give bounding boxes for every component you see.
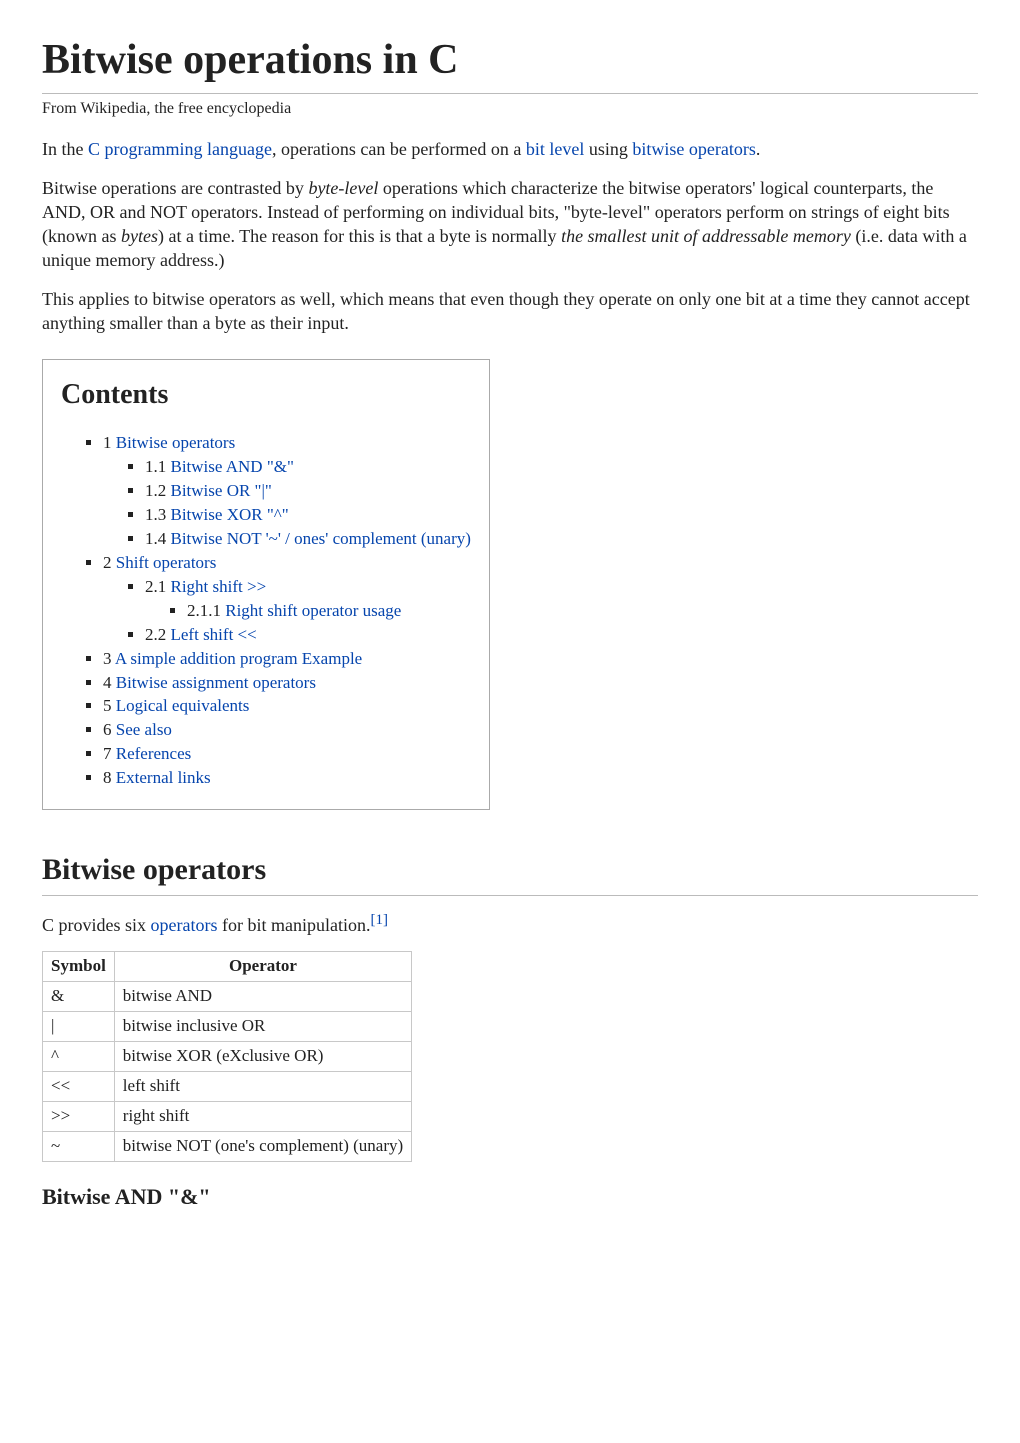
toc-item: 2.1 Right shift >> 2.1.1 Right shift ope… xyxy=(145,576,471,623)
toc-item: 1.2 Bitwise OR "|" xyxy=(145,480,471,503)
toc-num: 1.2 xyxy=(145,481,166,500)
toc-item: 5 Logical equivalents xyxy=(103,695,471,718)
page-subtitle: From Wikipedia, the free encyclopedia xyxy=(42,98,978,120)
toc-link-addition-example[interactable]: A simple addition program Example xyxy=(115,649,362,668)
table-row: & bitwise AND xyxy=(43,981,412,1011)
cell-operator: bitwise NOT (one's complement) (unary) xyxy=(114,1131,411,1161)
toc-link-right-shift[interactable]: Right shift >> xyxy=(171,577,267,596)
text: C provides six xyxy=(42,915,151,935)
table-of-contents: Contents 1 Bitwise operators 1.1 Bitwise… xyxy=(42,359,490,810)
cell-operator: bitwise XOR (eXclusive OR) xyxy=(114,1041,411,1071)
toc-link-left-shift[interactable]: Left shift << xyxy=(171,625,257,644)
cell-operator: bitwise inclusive OR xyxy=(114,1011,411,1041)
toc-link-bitwise-or[interactable]: Bitwise OR "|" xyxy=(171,481,272,500)
em-addressable-memory: the smallest unit of addressable memory xyxy=(561,226,851,246)
cell-symbol: << xyxy=(43,1071,115,1101)
subsection-heading-bitwise-and: Bitwise AND "&" xyxy=(42,1182,978,1212)
toc-num: 2 xyxy=(103,553,112,572)
cell-symbol: & xyxy=(43,981,115,1011)
toc-item: 6 See also xyxy=(103,719,471,742)
toc-link-logical-equiv[interactable]: Logical equivalents xyxy=(116,696,250,715)
toc-link-see-also[interactable]: See also xyxy=(116,720,172,739)
cell-operator: left shift xyxy=(114,1071,411,1101)
em-bytes: bytes xyxy=(121,226,158,246)
toc-link-external-links[interactable]: External links xyxy=(116,768,211,787)
toc-num: 1.4 xyxy=(145,529,166,548)
table-row: << left shift xyxy=(43,1071,412,1101)
toc-num: 4 xyxy=(103,673,112,692)
toc-item: 8 External links xyxy=(103,767,471,790)
th-symbol: Symbol xyxy=(43,952,115,982)
toc-heading: Contents xyxy=(61,376,471,414)
cell-symbol: >> xyxy=(43,1101,115,1131)
toc-num: 2.2 xyxy=(145,625,166,644)
table-row: | bitwise inclusive OR xyxy=(43,1011,412,1041)
page-title: Bitwise operations in C xyxy=(42,32,978,94)
cell-symbol: ~ xyxy=(43,1131,115,1161)
toc-num: 1.3 xyxy=(145,505,166,524)
toc-item: 7 References xyxy=(103,743,471,766)
cell-operator: bitwise AND xyxy=(114,981,411,1011)
cell-operator: right shift xyxy=(114,1101,411,1131)
text: , operations can be performed on a xyxy=(272,139,526,159)
toc-list: 1 Bitwise operators 1.1 Bitwise AND "&" … xyxy=(61,432,471,790)
link-operators[interactable]: operators xyxy=(151,915,218,935)
toc-item: 1.3 Bitwise XOR "^" xyxy=(145,504,471,527)
text: using xyxy=(584,139,632,159)
toc-num: 2.1.1 xyxy=(187,601,221,620)
toc-item: 2 Shift operators 2.1 Right shift >> 2.1… xyxy=(103,552,471,647)
table-row: Symbol Operator xyxy=(43,952,412,982)
intro-paragraph-2: Bitwise operations are contrasted by byt… xyxy=(42,176,978,273)
section1-paragraph: C provides six operators for bit manipul… xyxy=(42,910,978,937)
toc-link-shift-operators[interactable]: Shift operators xyxy=(116,553,217,572)
toc-item: 2.2 Left shift << xyxy=(145,624,471,647)
toc-link-right-shift-usage[interactable]: Right shift operator usage xyxy=(225,601,401,620)
toc-link-bitwise-not[interactable]: Bitwise NOT '~' / ones' complement (unar… xyxy=(171,529,471,548)
toc-link-bitwise-and[interactable]: Bitwise AND "&" xyxy=(171,457,294,476)
toc-item: 1.4 Bitwise NOT '~' / ones' complement (… xyxy=(145,528,471,551)
toc-link-bitwise-xor[interactable]: Bitwise XOR "^" xyxy=(171,505,289,524)
table-row: ^ bitwise XOR (eXclusive OR) xyxy=(43,1041,412,1071)
text: ) at a time. The reason for this is that… xyxy=(158,226,561,246)
toc-num: 1.1 xyxy=(145,457,166,476)
toc-item: 4 Bitwise assignment operators xyxy=(103,672,471,695)
toc-num: 3 xyxy=(103,649,112,668)
section-heading-bitwise-operators: Bitwise operators xyxy=(42,850,978,896)
text: for bit manipulation. xyxy=(218,915,371,935)
toc-item: 2.1.1 Right shift operator usage xyxy=(187,600,471,623)
toc-link-assignment-ops[interactable]: Bitwise assignment operators xyxy=(116,673,316,692)
toc-item: 1.1 Bitwise AND "&" xyxy=(145,456,471,479)
toc-item: 1 Bitwise operators 1.1 Bitwise AND "&" … xyxy=(103,432,471,551)
intro-paragraph-3: This applies to bitwise operators as wel… xyxy=(42,287,978,336)
text: In the xyxy=(42,139,88,159)
th-operator: Operator xyxy=(114,952,411,982)
toc-num: 7 xyxy=(103,744,112,763)
reference-link-1[interactable]: [1] xyxy=(370,912,388,928)
text: . xyxy=(756,139,761,159)
toc-link-bitwise-operators[interactable]: Bitwise operators xyxy=(116,433,235,452)
cell-symbol: | xyxy=(43,1011,115,1041)
em-byte-level: byte-level xyxy=(308,178,378,198)
link-bit-level[interactable]: bit level xyxy=(526,139,584,159)
toc-num: 6 xyxy=(103,720,112,739)
table-row: >> right shift xyxy=(43,1101,412,1131)
text: Bitwise operations are contrasted by xyxy=(42,178,308,198)
link-c-language[interactable]: C programming language xyxy=(88,139,272,159)
toc-num: 1 xyxy=(103,433,112,452)
intro-paragraph-1: In the C programming language, operation… xyxy=(42,137,978,161)
toc-item: 3 A simple addition program Example xyxy=(103,648,471,671)
table-row: ~ bitwise NOT (one's complement) (unary) xyxy=(43,1131,412,1161)
link-bitwise-operators[interactable]: bitwise operators xyxy=(632,139,755,159)
cell-symbol: ^ xyxy=(43,1041,115,1071)
toc-num: 2.1 xyxy=(145,577,166,596)
toc-link-references[interactable]: References xyxy=(116,744,192,763)
toc-num: 8 xyxy=(103,768,112,787)
toc-num: 5 xyxy=(103,696,112,715)
operators-table: Symbol Operator & bitwise AND | bitwise … xyxy=(42,951,412,1162)
